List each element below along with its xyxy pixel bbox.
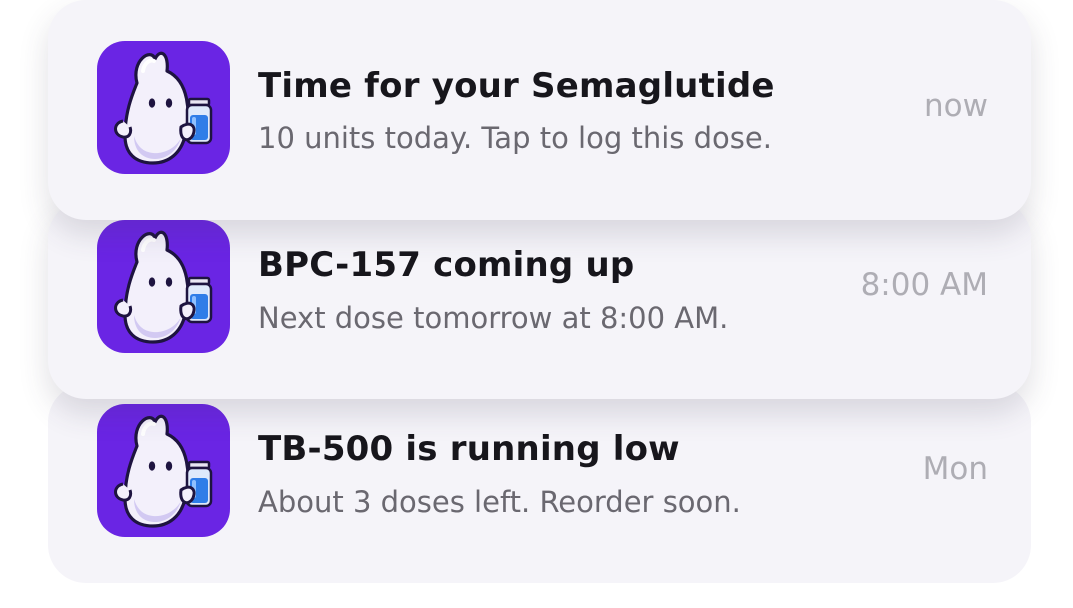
notification-body: Next dose tomorrow at 8:00 AM. (258, 301, 729, 335)
notification-time: 8:00 AM (860, 267, 988, 303)
notification-title: BPC-157 coming up (258, 245, 635, 285)
ghost-mascot-holding-vial-icon (97, 41, 230, 174)
notification-card-bpc157[interactable]: BPC-157 coming up Next dose tomorrow at … (48, 200, 1031, 399)
ghost-mascot-holding-vial-icon (97, 404, 230, 537)
notification-stack: TB-500 is running low About 3 doses left… (0, 0, 1073, 608)
notification-title: Time for your Semaglutide (258, 66, 775, 106)
notification-body: About 3 doses left. Reorder soon. (258, 485, 741, 519)
notification-body: 10 units today. Tap to log this dose. (258, 121, 772, 155)
notification-card-tb500[interactable]: TB-500 is running low About 3 doses left… (48, 384, 1031, 583)
notification-time: now (924, 88, 988, 124)
notification-time: Mon (922, 451, 988, 487)
notification-title: TB-500 is running low (258, 429, 680, 469)
ghost-mascot-holding-vial-icon (97, 220, 230, 353)
notification-card-semaglutide[interactable]: Time for your Semaglutide 10 units today… (48, 0, 1031, 220)
